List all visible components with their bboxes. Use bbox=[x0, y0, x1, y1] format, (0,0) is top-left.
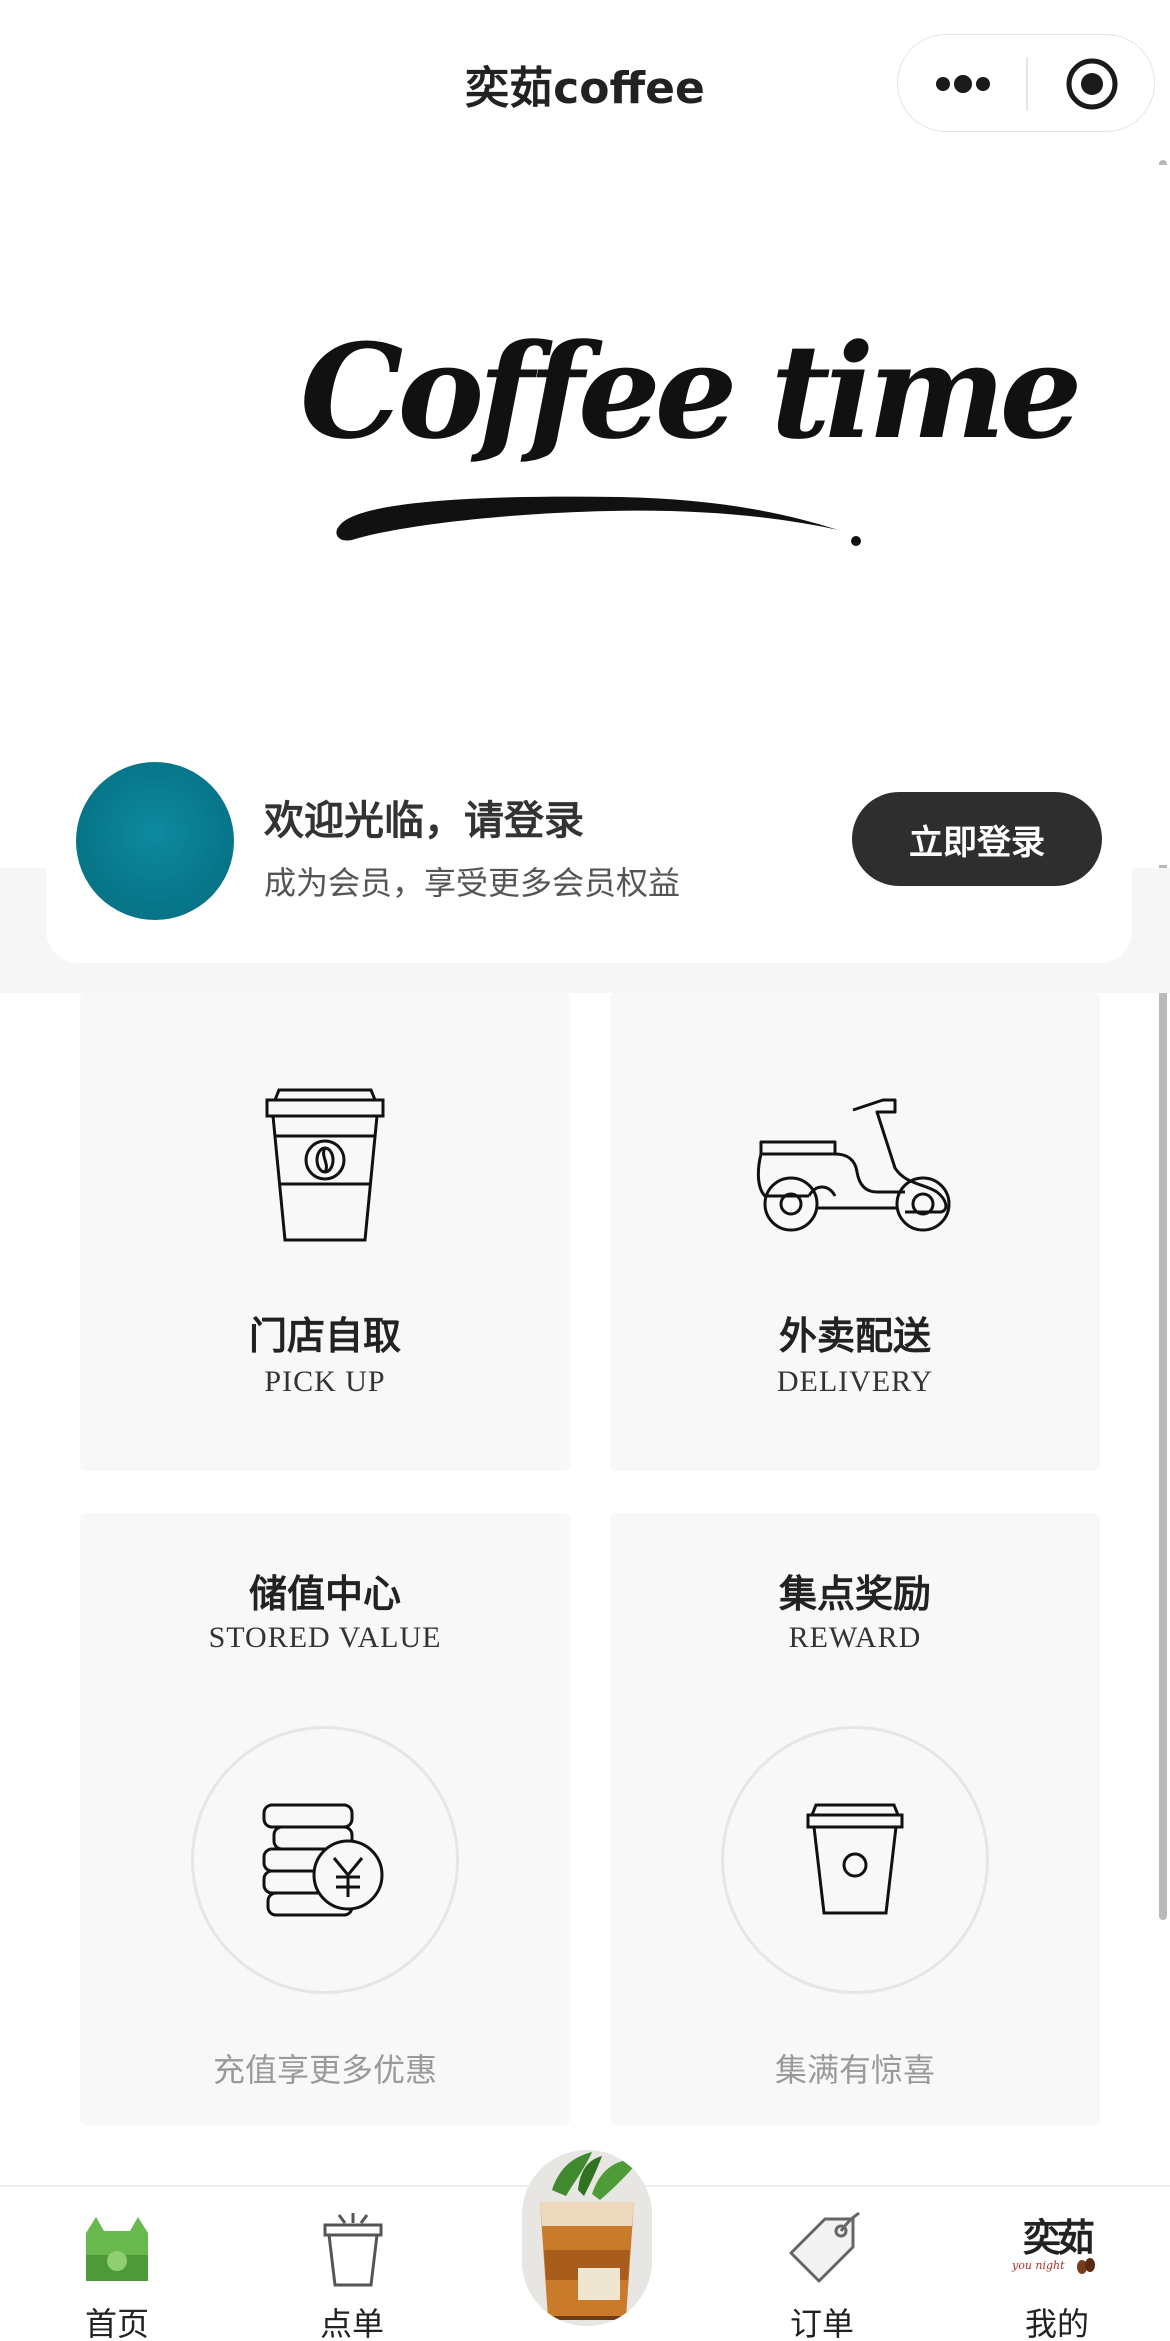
stored-value-title: 储值中心 bbox=[248, 1572, 401, 1616]
profile-logo-text: 奕茹 bbox=[1022, 2216, 1095, 2260]
tag-icon bbox=[789, 2211, 861, 2283]
coffee-time-logo: Coffee time bbox=[290, 315, 1082, 575]
delivery-title: 外卖配送 bbox=[778, 1314, 931, 1358]
coins-icon bbox=[262, 1803, 384, 1917]
tab-order-label: 点单 bbox=[319, 2305, 384, 2341]
scooter-icon bbox=[756, 1098, 951, 1232]
tab-home-label: 首页 bbox=[84, 2305, 149, 2341]
pickup-title: 门店自取 bbox=[248, 1314, 401, 1358]
stored-value-tile[interactable]: 储值中心 STORED VALUE 充值享更多优惠 bbox=[80, 1513, 570, 2125]
center-tab-coffee-photo[interactable] bbox=[522, 2150, 652, 2326]
member-benefits-text: 成为会员，享受更多会员权益 bbox=[264, 864, 681, 902]
reward-title: 集点奖励 bbox=[778, 1572, 931, 1616]
cup-icon bbox=[806, 1803, 904, 1915]
coffee-beans-icon bbox=[1077, 2258, 1095, 2274]
reward-tile[interactable]: 集点奖励 REWARD 集满有惊喜 bbox=[610, 1513, 1100, 2125]
tab-orders[interactable]: 订单 bbox=[757, 2207, 887, 2341]
pickup-tile[interactable]: 门店自取 PICK UP bbox=[80, 993, 570, 1471]
tab-mine[interactable]: 奕茹 you night 我的 bbox=[992, 2207, 1122, 2341]
tab-orders-label: 订单 bbox=[789, 2305, 854, 2341]
welcome-text: 欢迎光临，请登录 bbox=[264, 798, 584, 844]
iced-coffee-photo bbox=[522, 2150, 652, 2326]
tab-home[interactable]: 首页 bbox=[52, 2207, 182, 2341]
tab-mine-label: 我的 bbox=[1024, 2305, 1089, 2341]
mini-program-capsule bbox=[897, 34, 1155, 132]
delivery-subtitle: DELIVERY bbox=[776, 1365, 934, 1398]
pickup-subtitle: PICK UP bbox=[264, 1365, 386, 1398]
stored-value-note: 充值享更多优惠 bbox=[212, 2051, 437, 2089]
reward-note: 集满有惊喜 bbox=[774, 2051, 935, 2089]
profile-logo-icon: 奕茹 you night bbox=[1012, 2207, 1102, 2287]
avatar[interactable] bbox=[76, 762, 234, 920]
tab-order[interactable]: 点单 bbox=[287, 2207, 417, 2341]
order-cup-icon bbox=[323, 2213, 383, 2287]
coffee-cup-icon bbox=[265, 1088, 385, 1242]
stored-value-subtitle: STORED VALUE bbox=[208, 1621, 442, 1654]
profile-logo-sub: you night bbox=[1012, 2259, 1065, 2272]
delivery-tile[interactable]: 外卖配送 DELIVERY bbox=[610, 993, 1100, 1471]
more-dots-icon[interactable] bbox=[898, 35, 1027, 133]
login-button[interactable]: 立即登录 bbox=[852, 792, 1102, 886]
logo-swash bbox=[336, 496, 861, 546]
reward-subtitle: REWARD bbox=[788, 1621, 922, 1654]
home-icon bbox=[86, 2217, 148, 2281]
login-card: 欢迎光临，请登录 成为会员，享受更多会员权益 立即登录 bbox=[46, 745, 1132, 963]
target-icon[interactable] bbox=[1028, 35, 1156, 133]
nav-bar: 奕茹coffee bbox=[0, 0, 1170, 165]
